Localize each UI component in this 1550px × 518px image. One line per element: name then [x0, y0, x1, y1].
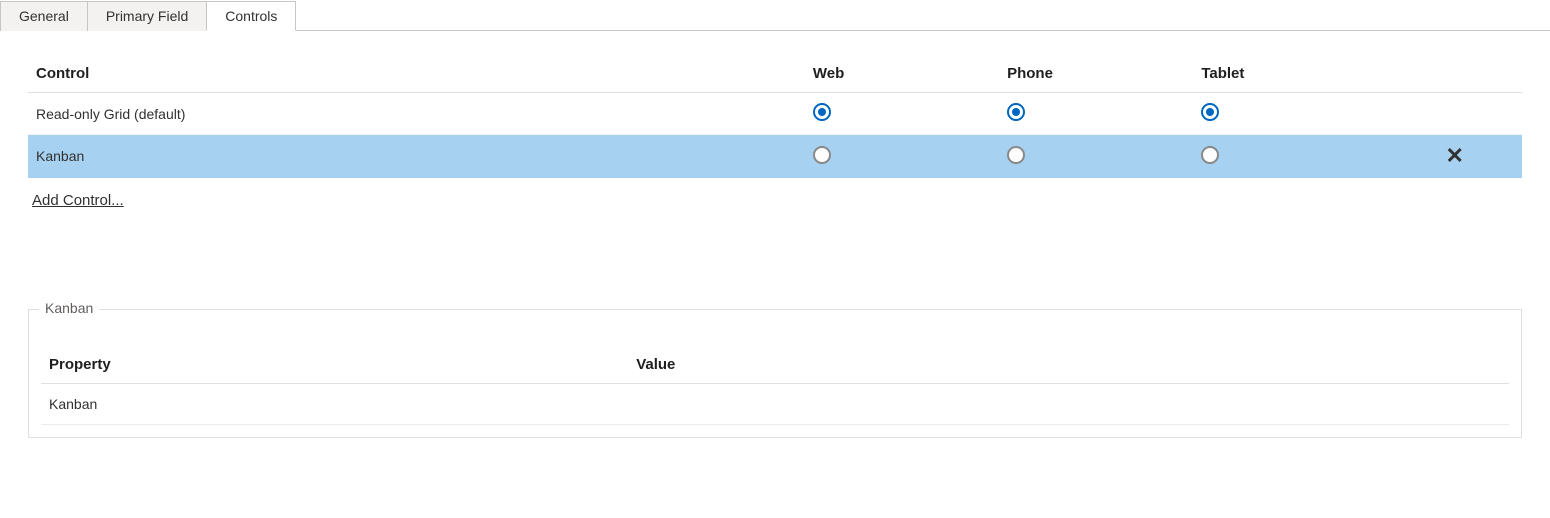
radio-phone-readonly-grid[interactable]: [1007, 103, 1025, 121]
add-control-link[interactable]: Add Control...: [32, 192, 124, 209]
properties-table: Property Value Kanban: [41, 346, 1509, 425]
control-name: Kanban: [28, 135, 805, 178]
col-header-phone: Phone: [999, 55, 1193, 93]
fieldset-legend: Kanban: [39, 300, 99, 316]
property-name: Kanban: [41, 384, 628, 425]
radio-phone-kanban[interactable]: [1007, 146, 1025, 164]
col-header-value: Value: [628, 346, 1509, 384]
tab-primary-field[interactable]: Primary Field: [87, 1, 207, 31]
property-value: [628, 384, 1509, 425]
tab-controls[interactable]: Controls: [206, 1, 296, 31]
radio-web-readonly-grid[interactable]: [813, 103, 831, 121]
col-header-property: Property: [41, 346, 628, 384]
controls-panel: Control Web Phone Tablet Read-only Grid …: [0, 31, 1550, 438]
control-row-readonly-grid[interactable]: Read-only Grid (default): [28, 93, 1522, 135]
col-header-control: Control: [28, 55, 805, 93]
controls-table: Control Web Phone Tablet Read-only Grid …: [28, 55, 1522, 178]
col-header-web: Web: [805, 55, 999, 93]
control-row-kanban[interactable]: Kanban ✕: [28, 135, 1522, 178]
delete-control-icon[interactable]: ✕: [1446, 145, 1464, 167]
radio-tablet-kanban[interactable]: [1201, 146, 1219, 164]
tab-general[interactable]: General: [0, 1, 88, 31]
control-name: Read-only Grid (default): [28, 93, 805, 135]
col-header-delete: [1388, 55, 1522, 93]
col-header-tablet: Tablet: [1193, 55, 1387, 93]
radio-tablet-readonly-grid[interactable]: [1201, 103, 1219, 121]
radio-web-kanban[interactable]: [813, 146, 831, 164]
property-row[interactable]: Kanban: [41, 384, 1509, 425]
control-properties-fieldset: Kanban Property Value Kanban: [28, 309, 1522, 438]
tabs-bar: General Primary Field Controls: [0, 0, 1550, 31]
